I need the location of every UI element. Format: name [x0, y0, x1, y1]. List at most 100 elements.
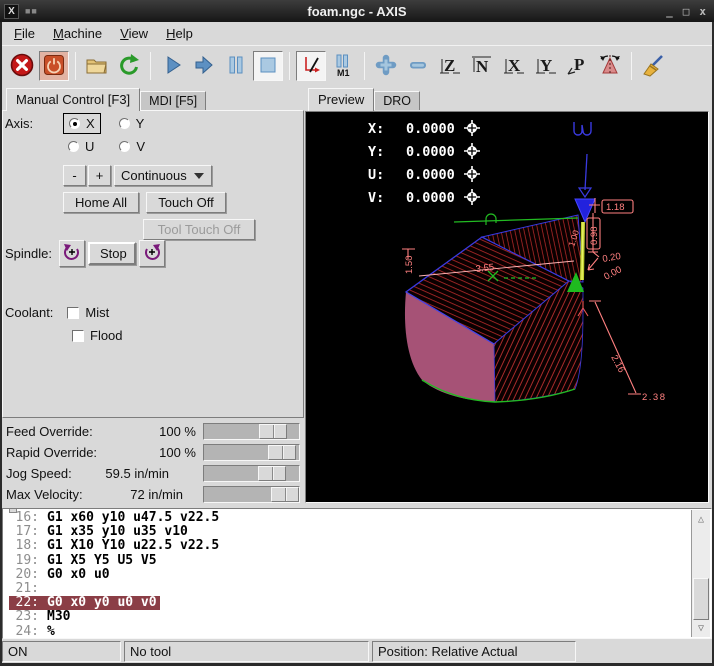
maximize-button[interactable]: □ — [683, 5, 690, 18]
letter-y-icon: Y — [533, 52, 559, 81]
coolant-flood-checkbox[interactable]: Flood — [67, 326, 128, 345]
window-title: foam.ngc - AXIS — [0, 4, 714, 19]
home-all-button[interactable]: Home All — [63, 192, 139, 213]
slider-handle[interactable] — [268, 445, 296, 460]
gcode-line[interactable]: 24:% — [3, 625, 711, 639]
coord-value: 0.0000 — [406, 144, 455, 160]
optional-stop-m1-icon: M1 — [330, 52, 356, 81]
power-icon — [41, 52, 67, 81]
rapid-override-slider[interactable] — [203, 444, 300, 461]
dim-label: 0.98 — [589, 227, 600, 246]
letter-x-icon: X — [501, 52, 527, 81]
scroll-up-arrow[interactable]: △ — [693, 511, 709, 527]
rapid-override-value: 100 % — [97, 445, 203, 460]
manual-control-panel: Axis: X Y — [2, 110, 304, 418]
gcode-line[interactable]: 17:G1 x35 y10 u35 v10 — [3, 525, 711, 539]
tool-touch-off-button[interactable]: Tool Touch Off — [143, 219, 255, 240]
gcode-line[interactable]: 19:G1 X5 Y5 U5 V5 — [3, 554, 711, 568]
close-button[interactable]: x — [699, 5, 706, 18]
pause-button[interactable] — [221, 51, 251, 81]
spindle-ccw-icon — [62, 250, 82, 265]
scroll-down-arrow[interactable]: ▽ — [693, 620, 709, 636]
radio-icon — [119, 141, 130, 152]
tab-manual-control[interactable]: Manual Control [F3] — [6, 88, 140, 111]
svg-text:Y: Y — [540, 56, 552, 75]
jog-speed-slider[interactable] — [203, 465, 300, 482]
rotate-view-button[interactable] — [595, 51, 625, 81]
preview-canvas[interactable]: X: 0.0000 Y: 0.0000 U: 0.0000 V: 0.0000 — [306, 112, 708, 502]
gcode-scrollbar[interactable]: △ ▽ — [691, 510, 710, 637]
slider-handle[interactable] — [271, 487, 299, 502]
view-top-button[interactable]: Z — [435, 51, 465, 81]
menu-bar: File Machine View Help — [2, 22, 712, 45]
position-mode-cell: Position: Relative Actual — [372, 641, 576, 662]
spindle-cw-icon — [142, 250, 162, 265]
coolant-label: Coolant: — [5, 305, 53, 320]
radio-icon — [119, 118, 130, 129]
menu-file[interactable]: File — [6, 23, 43, 44]
power-button[interactable] — [39, 51, 69, 81]
jog-increment-dropdown[interactable]: Continuous — [114, 165, 212, 186]
menu-view[interactable]: View — [112, 23, 156, 44]
toolbar-separator — [631, 52, 632, 80]
feed-override-slider[interactable] — [203, 423, 300, 440]
toolbar-separator — [75, 52, 76, 80]
axis-radio-v[interactable]: V — [114, 137, 150, 156]
tab-preview[interactable]: Preview — [308, 88, 374, 111]
stop-button[interactable] — [253, 51, 283, 81]
step-button[interactable] — [189, 51, 219, 81]
clear-plot-button[interactable] — [638, 51, 668, 81]
slider-handle[interactable] — [258, 466, 286, 481]
gcode-line[interactable]: 20:G0 x0 u0 — [3, 568, 711, 582]
tab-dro[interactable]: DRO — [374, 91, 420, 110]
svg-text:X: X — [508, 56, 521, 75]
minimize-button[interactable]: _ — [666, 5, 673, 18]
zoom-out-button[interactable] — [403, 51, 433, 81]
gcode-line-active[interactable]: 22:G0 x0 y0 u0 v0 — [3, 596, 711, 610]
app-frame: File Machine View Help M1 — [2, 22, 712, 663]
estop-button[interactable] — [7, 51, 37, 81]
spindle-ccw-button[interactable] — [59, 240, 85, 267]
toolpath-display-toggle[interactable] — [296, 51, 326, 81]
touch-off-button[interactable]: Touch Off — [146, 192, 226, 213]
view-rotated-top-button[interactable]: N — [467, 51, 497, 81]
run-button[interactable] — [157, 51, 187, 81]
pane-sash-handle[interactable] — [9, 508, 17, 513]
open-file-button[interactable] — [82, 51, 112, 81]
coolant-mist-checkbox[interactable]: Mist — [62, 303, 114, 322]
view-perspective-button[interactable]: P — [563, 51, 593, 81]
jog-plus-button[interactable]: + — [88, 165, 111, 186]
preview-tabs: Preview DRO — [304, 88, 712, 110]
view-side-x-button[interactable]: X — [499, 51, 529, 81]
tab-mdi[interactable]: MDI [F5] — [140, 91, 206, 110]
spindle-label: Spindle: — [5, 246, 52, 261]
main-area: Manual Control [F3] MDI [F5] Axis: X Y — [2, 86, 712, 508]
dim-label: 1.50 — [404, 256, 415, 275]
view-side-y-button[interactable]: Y — [531, 51, 561, 81]
spindle-cw-button[interactable] — [139, 240, 165, 267]
coord-axis: Y: — [368, 144, 384, 160]
max-velocity-slider[interactable] — [203, 486, 300, 503]
gcode-listing[interactable]: 16:G1 x60 y10 u47.5 v22.5 17:G1 x35 y10 … — [2, 508, 712, 639]
optional-stop-button[interactable]: M1 — [328, 51, 358, 81]
zoom-in-button[interactable] — [371, 51, 401, 81]
coord-value: 0.0000 — [406, 167, 455, 183]
scroll-thumb[interactable] — [693, 578, 709, 620]
menu-help[interactable]: Help — [158, 23, 201, 44]
axis-radio-u[interactable]: U — [63, 137, 99, 156]
gcode-line[interactable]: 18:G1 X10 Y10 u22.5 v22.5 — [3, 539, 711, 553]
menu-machine[interactable]: Machine — [45, 23, 110, 44]
axis-radio-x[interactable]: X — [63, 113, 101, 134]
toolpath-icon — [298, 52, 324, 81]
title-bar: X ■■ foam.ngc - AXIS _ □ x — [0, 0, 714, 22]
jog-speed-value: 59.5 in/min — [72, 466, 203, 481]
axis-radio-y[interactable]: Y — [114, 114, 150, 133]
gcode-line[interactable]: 23:M30 — [3, 610, 711, 624]
gcode-line[interactable]: 16:G1 x60 y10 u47.5 v22.5 — [3, 511, 711, 525]
spindle-stop-button[interactable]: Stop — [88, 242, 136, 265]
gcode-line[interactable]: 21: — [3, 582, 711, 596]
reload-button[interactable] — [114, 51, 144, 81]
jog-minus-button[interactable]: - — [63, 165, 86, 186]
dim-label: 3.55 — [475, 262, 495, 275]
slider-handle[interactable] — [259, 424, 287, 439]
